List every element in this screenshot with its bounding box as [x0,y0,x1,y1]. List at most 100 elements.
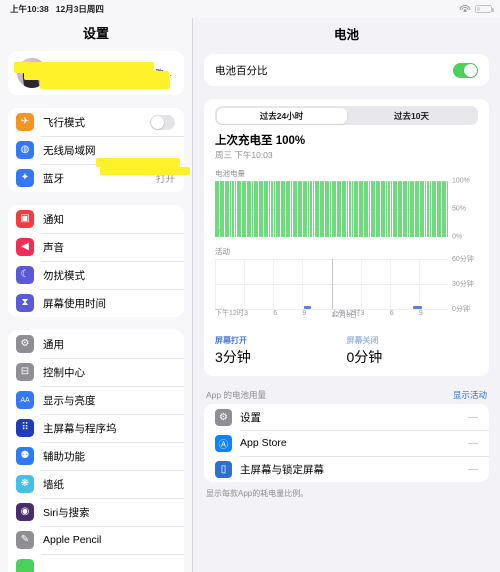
app-usage-row[interactable]: Ⓐ App Store — [204,430,489,456]
status-bar: 上午10:38 12月3日周四 [0,0,500,18]
x-tick-label: 下午12时 [215,310,244,317]
siri-icon: ◉ [16,503,34,521]
apple-id-label: Apple ID、iCloud、媒体与购买… [56,68,175,78]
app-usage-row[interactable]: ⚙ 设置 — [204,404,489,430]
home-lock-screen-icon: ▯ [215,460,232,478]
screen-on-stat: 屏幕打开 3分钟 [215,335,347,367]
x-tick-label: 9 [418,310,423,317]
sidebar-item-airplane[interactable]: ✈ 飞行模式 [8,108,184,136]
sidebar-item-control-center[interactable]: ⊟ 控制中心 [8,358,184,386]
sidebar-item-label: Apple Pencil [43,534,102,546]
x-tick-label: 3 [360,310,365,317]
sidebar-item-value: 打开 [155,174,175,185]
battery-level-plot: ⚡ [215,181,448,237]
sidebar-item-label: 通知 [43,213,64,226]
app-battery-usage-list[interactable]: ⚙ 设置 — Ⓐ App Store — ▯ 主屏幕与锁定屏幕 — [204,404,489,482]
x-tick-label: 3 [244,310,249,317]
battery-percentage-card: 电池百分比 [204,54,489,86]
sidebar-item-label: 勿扰模式 [43,269,85,282]
screen-off-caption: 屏幕关闭 [346,336,379,345]
home-screen-dock-icon: ⠿ [16,419,34,437]
screen-time-icon: ⧗ [16,294,34,312]
control-center-icon: ⊟ [16,363,34,381]
battery-level-chart-title: 电池电量 [215,169,245,178]
sidebar-item-home-screen-dock[interactable]: ⠿ 主屏幕与程序坞 [8,414,184,442]
sidebar-item-apple-id[interactable]: Apple ID、iCloud、媒体与购买… [8,51,184,95]
screen-on-value: 3分钟 [215,349,251,365]
sidebar-item-label: 飞行模式 [43,116,85,129]
sidebar-item-label: 蓝牙 [43,172,64,185]
sounds-icon: ◀ [16,238,34,256]
battery-percentage-label: 电池百分比 [215,64,268,77]
sidebar-title: 设置 [82,26,109,41]
sidebar-item-face-id-passcode[interactable] [8,554,184,572]
sidebar-group: ⚙ 通用 ⊟ 控制中心 AA 显示与亮度 ⠿ 主屏幕与程序坞 ⚉ 辅助功能 ❋ 墙纸 ◉ Siri与搜索 ✎… [8,330,184,572]
sidebar-item-sounds[interactable]: ◀ 声音 [8,233,184,261]
airplane-mode-toggle[interactable] [150,114,175,130]
airplane-icon: ✈ [16,113,34,131]
screen-on-caption: 屏幕打开 [215,336,247,345]
activity-plot [215,259,448,310]
battery-detail-pane: 电池 电池百分比 过去24小时 过去10天 上次充电至 100% 周三 下午10… [193,18,500,572]
sidebar-item-label: 辅助功能 [43,450,85,463]
settings-sidebar[interactable]: 设置 Apple ID、iCloud、媒体与购买… ✈ 飞行模式 ◍ 无线局域网 ✦ 蓝牙… [0,18,193,572]
app-usage-value: — [468,463,478,475]
sidebar-item-do-not-disturb[interactable]: ☾ 勿扰模式 [8,261,184,289]
sidebar-item-notifications[interactable]: ▣ 通知 [8,205,184,233]
battery-percentage-toggle[interactable] [453,62,478,78]
sidebar-item-label: 主屏幕与程序坞 [43,422,117,435]
do-not-disturb-icon: ☾ [16,266,34,284]
avatar [17,58,47,88]
app-usage-row[interactable]: ▯ 主屏幕与锁定屏幕 — [204,456,489,482]
activity-date-label: 12月3日 [331,312,358,319]
apps-section-title: App 的电池用量 [206,390,266,400]
apple-id-card[interactable]: Apple ID、iCloud、媒体与购买… [8,51,184,95]
x-tick-label: 9 [302,310,307,317]
screen-off-value: 0分钟 [346,349,383,365]
app-name: 设置 [240,411,261,424]
activity-chart: 活动 60分钟 30分钟 0分钟 下午12时 3 6 9 上午12时 3 6 9 12月3日 [204,237,489,329]
gear-icon: ⚙ [16,335,34,353]
x-tick-label: 6 [273,310,278,317]
sidebar-item-label: 无线局域网 [43,144,96,157]
segment-last-24h[interactable]: 过去24小时 [216,107,347,124]
sidebar-item-label: Siri与搜索 [43,506,90,519]
sidebar-item-bluetooth[interactable]: ✦ 蓝牙 打开 [8,164,184,192]
app-name: App Store [240,437,287,449]
segment-last-10d[interactable]: 过去10天 [347,108,477,124]
status-date: 12月3日周四 [55,4,104,14]
battery-level-chart: 电池电量 ⚡ 100% 50% 0% [204,161,489,241]
notifications-icon: ▣ [16,210,34,228]
time-range-segmented-control[interactable]: 过去24小时 过去10天 [215,106,478,125]
sidebar-item-accessibility[interactable]: ⚉ 辅助功能 [8,442,184,470]
y-tick-label: 0% [452,233,463,241]
sidebar-item-wifi[interactable]: ◍ 无线局域网 [8,136,184,164]
y-tick-label: 50% [452,205,467,213]
sidebar-item-apple-pencil[interactable]: ✎ Apple Pencil [8,526,184,554]
app-name: 主屏幕与锁定屏幕 [240,463,324,476]
sidebar-item-screen-time[interactable]: ⧗ 屏幕使用时间 [8,289,184,317]
last-charge-title: 上次充电至 100% [215,135,306,147]
show-activity-link[interactable]: 显示活动 [453,389,487,401]
screen-time-stats: 屏幕打开 3分钟 屏幕关闭 0分钟 [204,329,489,376]
settings-icon: ⚙ [215,408,232,426]
sidebar-item-gear[interactable]: ⚙ 通用 [8,330,184,358]
battery-percentage-row[interactable]: 电池百分比 [204,54,489,86]
sidebar-item-display-brightness[interactable]: AA 显示与亮度 [8,386,184,414]
sidebar-item-label: 控制中心 [43,366,85,379]
sidebar-item-label: 屏幕使用时间 [43,297,106,310]
sidebar-item-label: 通用 [43,338,64,351]
x-tick-label: 6 [389,310,394,317]
ipad-settings-screen: 上午10:38 12月3日周四 设置 Apple ID、iCloud、媒体与购买… [0,0,500,572]
wallpaper-icon: ❋ [16,475,34,493]
apple-pencil-icon: ✎ [16,531,34,549]
battery-icon [475,4,494,14]
sidebar-item-wallpaper[interactable]: ❋ 墙纸 [8,470,184,498]
activity-x-axis: 下午12时 3 6 9 上午12时 3 6 9 12月3日 [215,309,448,329]
sidebar-item-label: 显示与亮度 [43,394,96,407]
sidebar-group: ✈ 飞行模式 ◍ 无线局域网 ✦ 蓝牙 打开 [8,108,184,192]
wifi-icon [459,5,470,13]
y-tick-label: 60分钟 [452,256,474,263]
sidebar-item-siri[interactable]: ◉ Siri与搜索 [8,498,184,526]
sidebar-item-label: 声音 [43,241,64,254]
